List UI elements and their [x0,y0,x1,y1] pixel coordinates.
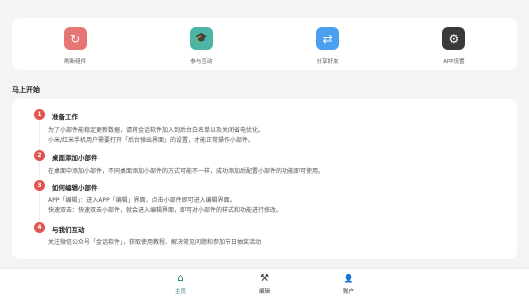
refresh-widget-button[interactable]: ↻ 刷新组件 [12,18,138,70]
step-number: 3 [34,180,45,191]
nav-label: 主页 [174,289,186,295]
step-line: 快速双击：快速双击小部件，就会进入编辑界面，即可对小部件的样式和功能进行修改。 [48,207,283,214]
step-line: 在桌面中添加小部件，不同桌面添加小部件的方式可能不一样，成功添加后配置小部件的功… [48,168,325,175]
user-icon: 👤 [343,274,354,283]
graduation-cap-icon: 🎓 [189,27,213,50]
step-number: 1 [34,109,45,120]
nav-label: 编辑 [258,289,270,295]
settings-icon: ⚙ [442,27,466,50]
tools-icon: ⚒ [260,273,269,284]
timeline-line [39,161,40,179]
share-friends-button[interactable]: ⇄ 分享好友 [265,18,391,70]
home-icon: ⌂ [177,273,184,284]
section-title: 马上开始 [12,86,40,94]
step-number: 4 [34,222,45,233]
step-body: 为了小部件能稳定更新数据，请将金话软件加入到后台白名单以及关闭省电优化。 小米/… [48,126,264,146]
action-label: 分享好友 [316,59,339,65]
app-settings-button[interactable]: ⚙ APP设置 [391,18,517,70]
nav-edit[interactable]: ⚒ 编辑 [223,269,307,297]
step-line: APP「编辑」：进入APP「编辑」界面，点击小部件即可进入编辑界面。 [48,197,236,204]
action-label: 参与互动 [190,59,213,65]
join-interaction-button[interactable]: 🎓 参与互动 [138,18,264,70]
step-title: 桌面添加小部件 [52,154,98,162]
step-body: 关注微信公众号「金话软件」，获取使用教程、解决常见问题和参加节日抽奖活动 [48,238,261,248]
action-label: APP设置 [443,59,465,65]
action-label: 刷新组件 [64,59,87,65]
step-body: APP「编辑」：进入APP「编辑」界面，点击小部件即可进入编辑界面。 快速双击：… [48,196,282,216]
step-number: 2 [34,150,45,161]
nav-label: 账户 [342,289,354,295]
refresh-icon: ↻ [63,27,87,50]
nav-home[interactable]: ⌂ 主页 [139,269,223,297]
bottom-nav: ⌂ 主页 ⚒ 编辑 👤 账户 [0,268,529,297]
step-title: 准备工作 [52,113,78,121]
step-title: 与我们互动 [52,226,85,234]
step-body: 在桌面中添加小部件，不同桌面添加小部件的方式可能不一样，成功添加后配置小部件的功… [48,167,324,177]
timeline-line [39,189,40,220]
step-line: 关注微信公众号「金话软件」，获取使用教程、解决常见问题和参加节日抽奖活动 [48,239,262,246]
nav-account[interactable]: 👤 账户 [307,269,391,297]
share-icon: ⇄ [316,27,340,50]
quick-actions-card: ↻ 刷新组件 🎓 参与互动 ⇄ 分享好友 ⚙ APP设置 [12,18,517,70]
step-line: 小米/红米手机用户需要打开「后台弹出界面」的设置，才能正常操作小部件。 [48,137,255,144]
timeline-line [39,121,40,151]
step-line: 为了小部件能稳定更新数据，请将金话软件加入到后台白名单以及关闭省电优化。 [48,127,265,134]
getting-started-card: 1 准备工作 为了小部件能稳定更新数据，请将金话软件加入到后台白名单以及关闭省电… [12,99,517,259]
step-title: 如何编辑小部件 [52,184,98,192]
